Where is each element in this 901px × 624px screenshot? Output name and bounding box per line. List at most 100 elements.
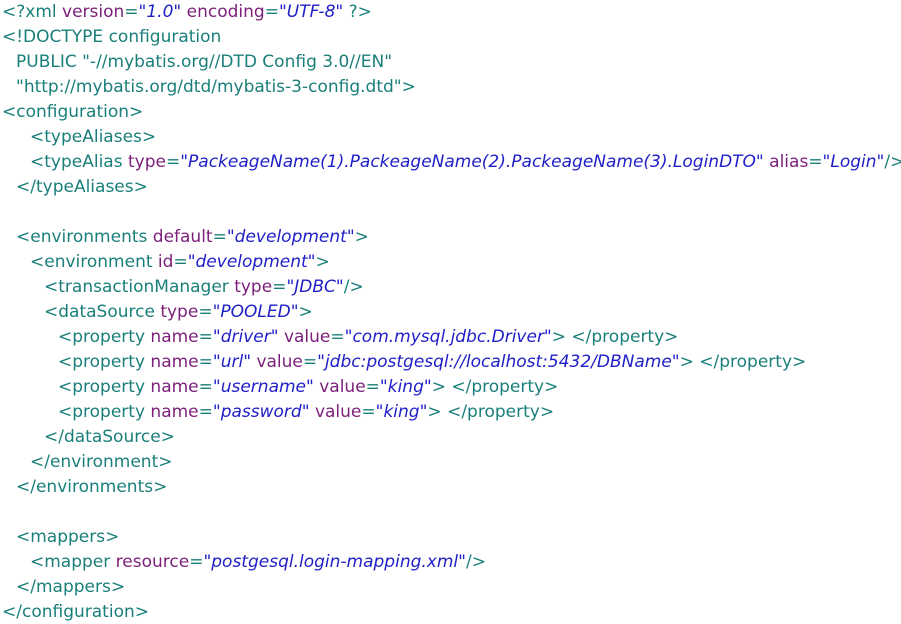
code-token: "king" <box>375 402 428 422</box>
code-token: <?xml <box>2 2 63 22</box>
code-token: <property <box>58 327 151 347</box>
code-line: <mappers> <box>16 525 119 550</box>
code-token: "1.0" <box>138 2 182 22</box>
code-token: </mappers> <box>16 577 126 597</box>
code-line: </environment> <box>30 450 172 475</box>
code-token: </dataSource> <box>44 427 175 447</box>
code-line: <?xml version="1.0" encoding="UTF-8" ?> <box>2 0 372 25</box>
code-token: </environment> <box>30 452 173 472</box>
code-token: > </property> <box>427 402 555 422</box>
code-token: = <box>302 352 318 372</box>
code-token: <mapper <box>30 552 116 572</box>
code-token: = <box>198 377 213 397</box>
code-token: type <box>160 302 199 322</box>
code-line: <property name="password" value="king"> … <box>58 400 554 425</box>
code-token: <environment <box>30 252 158 272</box>
code-token: "development" <box>187 252 316 272</box>
code-line: </typeAliases> <box>16 175 148 200</box>
code-token: > </property> <box>431 377 559 397</box>
code-token: name <box>150 402 199 422</box>
code-token: type <box>127 152 166 172</box>
code-line: <typeAlias type="PackeageName(1).Packeag… <box>30 150 901 175</box>
code-token: </typeAliases> <box>16 177 148 197</box>
code-token: name <box>150 377 199 397</box>
code-token: "url" <box>212 352 252 372</box>
code-line: </mappers> <box>16 575 125 600</box>
code-token: "PackeageName(1).PackeageName(2).Packeag… <box>180 152 764 172</box>
code-line: <dataSource type="POOLED"> <box>44 300 313 325</box>
code-token: = <box>198 302 213 322</box>
code-token: <mappers> <box>16 527 120 547</box>
code-token: <configuration> <box>2 102 144 122</box>
code-token: PUBLIC "-//mybatis.org//DTD Config 3.0//… <box>16 52 393 72</box>
code-line: <property name="driver" value="com.mysql… <box>58 325 678 350</box>
code-token: "UTF-8" <box>278 2 344 22</box>
code-line: <environment id="development"> <box>30 250 330 275</box>
code-token: <property <box>58 352 151 372</box>
code-line: <property name="username" value="king"> … <box>58 375 558 400</box>
code-token: <transactionManager <box>44 277 235 297</box>
code-line: <typeAliases> <box>30 125 156 150</box>
code-token: /> <box>465 552 486 572</box>
code-token: = <box>198 402 213 422</box>
code-token: </environments> <box>16 477 168 497</box>
code-token: /> <box>343 277 364 297</box>
code-token: <environments <box>16 227 153 247</box>
code-line: </environments> <box>16 475 167 500</box>
code-token: "Login" <box>822 152 885 172</box>
code-token: > <box>315 252 330 272</box>
code-token: "JDBC" <box>286 277 344 297</box>
code-line: </configuration> <box>2 600 149 624</box>
code-token: = <box>173 252 188 272</box>
code-token: value <box>256 352 303 372</box>
code-token: type <box>234 277 273 297</box>
code-token: value <box>319 377 366 397</box>
code-token: > <box>298 302 313 322</box>
code-token: > </property> <box>551 327 679 347</box>
code-token: <property <box>58 402 151 422</box>
code-token: <dataSource <box>44 302 161 322</box>
code-token: version <box>62 2 125 22</box>
code-token: name <box>150 352 199 372</box>
code-line: </dataSource> <box>44 425 175 450</box>
code-token: = <box>808 152 823 172</box>
code-token: <typeAlias <box>30 152 128 172</box>
code-line: <property name="url" value="jdbc:postges… <box>58 350 806 375</box>
code-token: encoding <box>186 2 265 22</box>
code-token: = <box>165 152 181 172</box>
code-token: = <box>198 327 213 347</box>
code-token: "com.mysql.jdbc.Driver" <box>344 327 552 347</box>
code-line: PUBLIC "-//mybatis.org//DTD Config 3.0//… <box>16 50 392 75</box>
code-line: <mapper resource="postgesql.login-mappin… <box>30 550 486 575</box>
code-token: = <box>198 352 213 372</box>
code-token: = <box>365 377 380 397</box>
code-token: = <box>361 402 376 422</box>
code-token: default <box>152 227 213 247</box>
code-token: > </property> <box>679 352 807 372</box>
code-token: "jdbc:postgesql://localhost:5432/DBName" <box>317 352 680 372</box>
code-token: <!DOCTYPE configuration <box>2 27 222 47</box>
code-token: "password" <box>212 402 310 422</box>
code-token: = <box>212 227 227 247</box>
code-token: "http://mybatis.org/dtd/mybatis-3-config… <box>16 77 416 97</box>
code-line: <transactionManager type="JDBC"/> <box>44 275 364 300</box>
code-token: "development" <box>226 227 355 247</box>
code-token: id <box>157 252 174 272</box>
code-token: value <box>283 327 331 347</box>
code-token: value <box>314 402 362 422</box>
code-token: name <box>150 327 199 347</box>
code-line: <environments default="development"> <box>16 225 369 250</box>
code-token: = <box>272 277 287 297</box>
code-token: </configuration> <box>2 602 149 622</box>
code-token: alias <box>769 152 809 172</box>
code-token: <typeAliases> <box>30 127 157 147</box>
code-line: <!DOCTYPE configuration <box>2 25 221 50</box>
code-line: <configuration> <box>2 100 143 125</box>
xml-code-view: <?xml version="1.0" encoding="UTF-8" ?> <… <box>0 0 901 624</box>
code-token: ?> <box>343 2 372 22</box>
code-token: resource <box>115 552 190 572</box>
code-token: > <box>354 227 369 247</box>
code-token: = <box>264 2 279 22</box>
code-token: = <box>189 552 204 572</box>
code-token: /> <box>884 152 901 172</box>
